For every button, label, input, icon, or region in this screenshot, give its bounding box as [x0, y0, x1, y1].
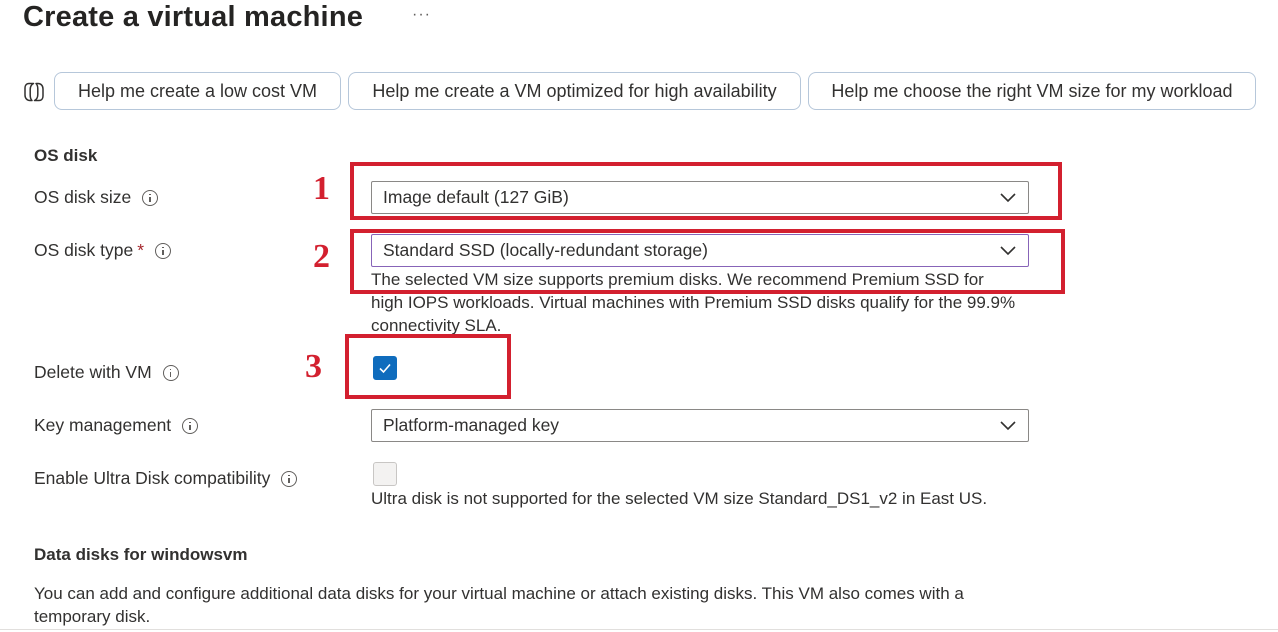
page-title: Create a virtual machine	[23, 1, 364, 33]
key-management-value: Platform-managed key	[383, 415, 560, 435]
annotation-box-1	[350, 162, 1062, 220]
delete-with-vm-label: Delete with VM	[34, 362, 179, 383]
delete-with-vm-label-text: Delete with VM	[34, 362, 152, 382]
info-icon[interactable]	[182, 417, 199, 434]
more-options-button[interactable]: ···	[412, 6, 431, 24]
info-icon[interactable]	[162, 364, 179, 381]
os-disk-size-label: OS disk size	[34, 187, 159, 208]
prompt-low-cost-vm-button[interactable]: Help me create a low cost VM	[54, 72, 341, 110]
ultra-disk-checkbox[interactable]	[373, 462, 397, 486]
key-management-label: Key management	[34, 415, 199, 436]
annotation-number-2: 2	[313, 238, 330, 275]
os-disk-type-label: OS disk type *	[34, 240, 172, 261]
ultra-disk-help: Ultra disk is not supported for the sele…	[371, 489, 988, 508]
data-disks-description: You can add and configure additional dat…	[34, 582, 1014, 628]
copilot-icon	[24, 82, 44, 102]
os-disk-size-label-text: OS disk size	[34, 187, 132, 207]
ultra-disk-label: Enable Ultra Disk compatibility	[34, 468, 298, 489]
os-disk-section-title: OS disk	[34, 146, 98, 165]
bottom-divider	[0, 629, 1278, 630]
annotation-number-3: 3	[305, 348, 322, 385]
data-disks-section-title: Data disks for windowsvm	[34, 545, 248, 564]
description-line: You can add and configure additional dat…	[34, 584, 964, 603]
key-management-dropdown[interactable]: Platform-managed key	[371, 409, 1029, 442]
required-marker: *	[137, 240, 145, 260]
chevron-down-icon	[1000, 421, 1016, 431]
key-management-label-text: Key management	[34, 415, 172, 435]
prompt-high-availability-button[interactable]: Help me create a VM optimized for high a…	[348, 72, 801, 110]
info-icon[interactable]	[155, 242, 172, 259]
help-line: high IOPS workloads. Virtual machines wi…	[371, 293, 1016, 312]
annotation-number-1: 1	[313, 170, 330, 207]
info-icon[interactable]	[142, 189, 159, 206]
info-icon[interactable]	[281, 470, 298, 487]
description-line: temporary disk.	[34, 607, 151, 626]
os-disk-type-label-text: OS disk type	[34, 240, 134, 260]
ultra-disk-label-text: Enable Ultra Disk compatibility	[34, 468, 271, 488]
prompt-vm-size-button[interactable]: Help me choose the right VM size for my …	[808, 72, 1256, 110]
annotation-box-2	[350, 229, 1065, 294]
annotation-box-3	[345, 334, 511, 399]
